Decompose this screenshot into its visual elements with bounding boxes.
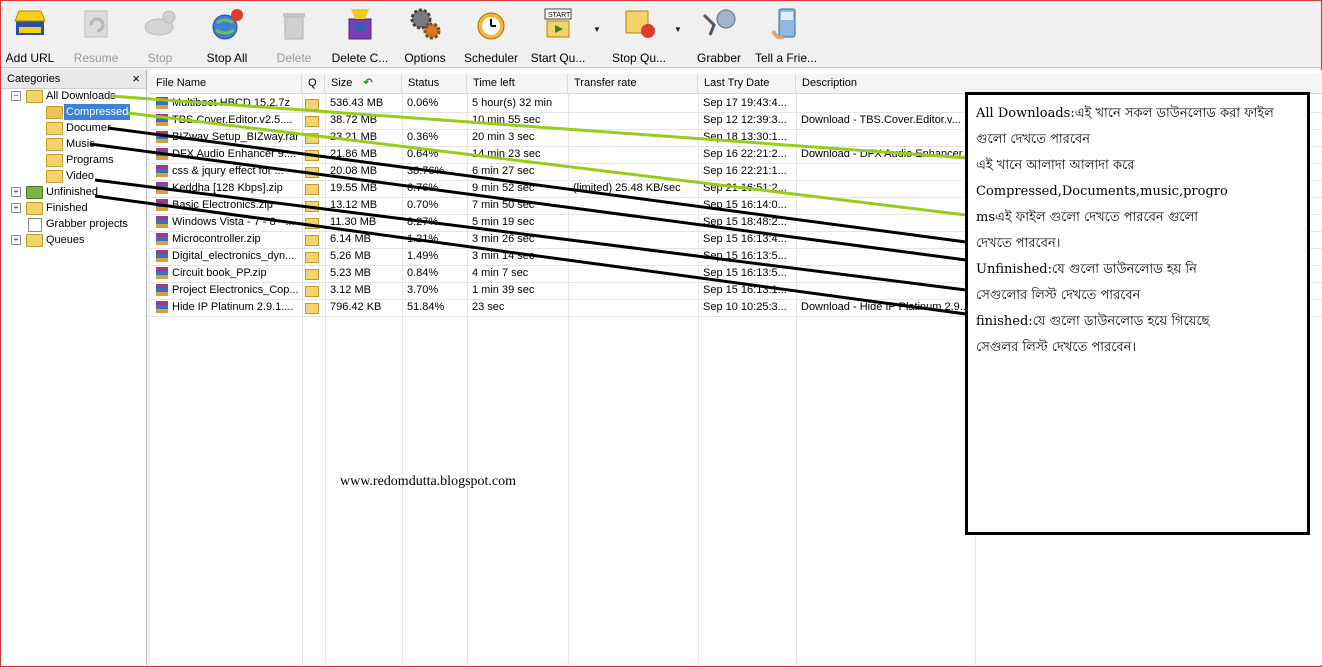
annotation-line: সেগুলর লিস্ট দেখতে পারবেন। [976, 340, 1137, 355]
annotation-line: Unfinished:যে গুলো ডাউনলোড হয় নি [976, 262, 1197, 277]
annotation-line: msএই ফাইল গুলো দেখতে পারবেন গুলো [976, 210, 1199, 225]
annotation-line: finished:যে গুলো ডাউনলোড হয়ে গিয়েছে [976, 314, 1210, 329]
annotation-line-black [94, 178, 967, 292]
annotation-line: গুলো দেখতে পারবেন [976, 132, 1091, 147]
annotation-box: All Downloads:এই খানে সকল ডাউনলোড করা ফা… [965, 92, 1310, 535]
annotation-line: Compressed,Documents,music,progro [976, 184, 1228, 199]
watermark-text: www.redomdutta.blogspot.com [340, 474, 517, 489]
annotation-line: All Downloads:এই খানে সকল ডাউনলোড করা ফা… [976, 106, 1274, 121]
annotation-line: দেখতে পারবেন। [976, 236, 1061, 251]
annotation-line: সেগুলোর লিস্ট দেখতে পারবেন [976, 288, 1141, 303]
annotation-line-black [107, 126, 967, 244]
annotation-line: এই খানে আলাদা আলাদা করে [976, 158, 1135, 173]
annotation-line-black [94, 194, 967, 316]
